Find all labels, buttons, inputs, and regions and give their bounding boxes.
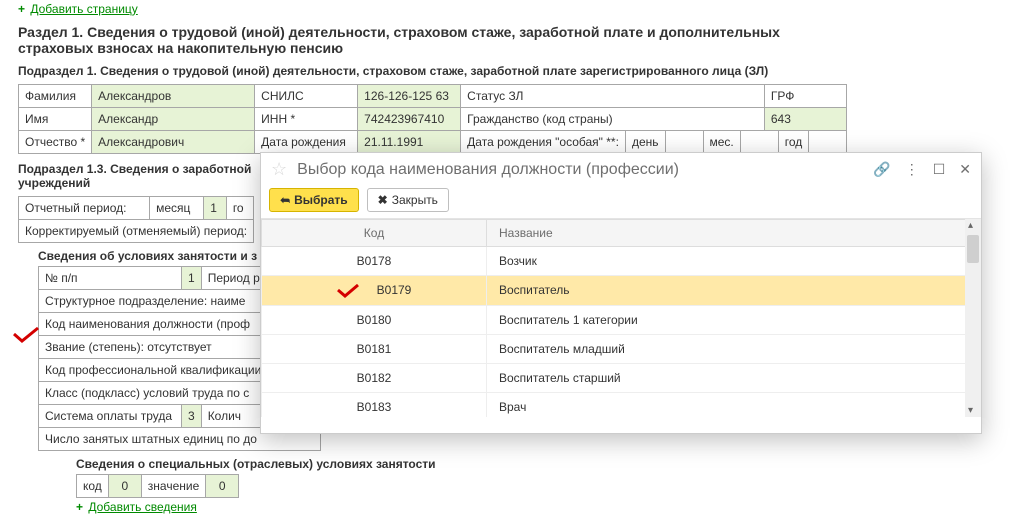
bdate-label: Дата рождения xyxy=(255,131,358,154)
sub1-title: Подраздел 1. Сведения о трудовой (иной) … xyxy=(18,64,999,78)
corr-period-label: Корректируемый (отменяемый) период: xyxy=(19,220,254,243)
link-icon[interactable]: 🔗 xyxy=(873,161,890,178)
row-code: В0178 xyxy=(262,247,487,276)
close-icon[interactable]: ✕ xyxy=(959,161,971,178)
plus-icon-2: + xyxy=(76,500,83,514)
name-label: Имя xyxy=(19,108,92,131)
sub13-title-l1: Подраздел 1.3. Сведения о заработной xyxy=(18,162,251,176)
spec-zn-value[interactable]: 0 xyxy=(206,475,239,498)
spec-table: код 0 значение 0 xyxy=(76,474,239,498)
row-code: В0182 xyxy=(262,363,487,392)
inn-label: ИНН * xyxy=(255,108,358,131)
row-name: Воспитатель старший xyxy=(487,363,981,392)
npp-label: № п/п xyxy=(39,267,182,290)
select-button-label: Выбрать xyxy=(294,193,348,207)
red-check-icon xyxy=(12,326,40,344)
red-check-icon xyxy=(337,283,377,297)
spec-zn-label: значение xyxy=(141,475,205,498)
god-label: го xyxy=(226,197,253,220)
row-name: Воспитатель младший xyxy=(487,334,981,363)
row-code: В0180 xyxy=(262,305,487,334)
otch-period-label: Отчетный период: xyxy=(19,197,150,220)
day-label: день xyxy=(625,131,665,153)
row-name: Врач xyxy=(487,392,981,417)
status-label: Статус ЗЛ xyxy=(461,85,765,108)
table-row[interactable]: В0179Воспитатель xyxy=(262,276,981,306)
plus-icon: + xyxy=(18,2,25,16)
arrow-icon: ➦ xyxy=(280,193,290,207)
row-name: Воспитатель 1 категории xyxy=(487,305,981,334)
close-button[interactable]: ✖ Закрыть xyxy=(367,188,449,212)
grazh-label: Гражданство (код страны) xyxy=(461,108,765,131)
year-label: год xyxy=(778,131,809,153)
name-value[interactable]: Александр xyxy=(92,108,255,131)
table-row[interactable]: В0181Воспитатель младший xyxy=(262,334,981,363)
grazh-value[interactable]: 643 xyxy=(764,108,846,131)
fam-label: Фамилия xyxy=(19,85,92,108)
month-value[interactable]: 1 xyxy=(204,197,227,220)
spec-title: Сведения о специальных (отраслевых) усло… xyxy=(76,457,999,471)
table-row[interactable]: В0182Воспитатель старший xyxy=(262,363,981,392)
snils-label: СНИЛС xyxy=(255,85,358,108)
sys-value[interactable]: 3 xyxy=(182,405,202,428)
snils-value[interactable]: 126-126-125 63 xyxy=(358,85,461,108)
bdate-value[interactable]: 21.11.1991 xyxy=(358,131,461,154)
bdate2-label: Дата рождения "особая" **: xyxy=(461,131,625,153)
col-code[interactable]: Код xyxy=(262,220,487,247)
col-name[interactable]: Название xyxy=(487,220,981,247)
report-period-table: Отчетный период: месяц 1 го Корректируем… xyxy=(18,196,254,243)
row-code: В0183 xyxy=(262,392,487,417)
select-button[interactable]: ➦ Выбрать xyxy=(269,188,359,212)
grid-table: Код Название В0178ВозчикВ0179Воспитатель… xyxy=(261,219,981,417)
table-row[interactable]: В0183Врач xyxy=(262,392,981,417)
modal-dialog: ☆ Выбор кода наименования должности (про… xyxy=(260,152,982,434)
sys-label: Система оплаты труда xyxy=(39,405,182,428)
day-value[interactable] xyxy=(665,131,703,153)
otch-value[interactable]: Александрович xyxy=(92,131,255,154)
maximize-icon[interactable]: ☐ xyxy=(933,161,946,178)
section-title: Раздел 1. Сведения о трудовой (иной) дея… xyxy=(18,24,838,56)
sub13-title-l2: учреждений xyxy=(18,176,90,190)
close-button-label: Закрыть xyxy=(392,193,438,207)
table-row[interactable]: В0180Воспитатель 1 категории xyxy=(262,305,981,334)
row-code: В0181 xyxy=(262,334,487,363)
row-name: Возчик xyxy=(487,247,981,276)
mon-value[interactable] xyxy=(740,131,778,153)
row-name: Воспитатель xyxy=(487,276,981,306)
table-row[interactable]: В0178Возчик xyxy=(262,247,981,276)
scrollbar[interactable] xyxy=(965,219,981,417)
otch-label: Отчество * xyxy=(19,131,92,154)
scrollbar-thumb[interactable] xyxy=(967,235,979,263)
add-sved-link[interactable]: Добавить сведения xyxy=(88,500,197,514)
modal-title: Выбор кода наименования должности (профе… xyxy=(297,161,867,179)
mon-label: мес. xyxy=(703,131,740,153)
spec-kod-value[interactable]: 0 xyxy=(108,475,141,498)
row-code: В0179 xyxy=(262,276,487,306)
x-icon: ✖ xyxy=(378,193,388,207)
person-table: Фамилия Александров СНИЛС 126-126-125 63… xyxy=(18,84,847,154)
inn-value[interactable]: 742423967410 xyxy=(358,108,461,131)
add-page-link[interactable]: Добавить страницу xyxy=(30,2,137,16)
more-icon[interactable]: ⋮ xyxy=(905,161,919,178)
year-value[interactable] xyxy=(809,131,847,153)
month-label: месяц xyxy=(150,197,204,220)
npp-value[interactable]: 1 xyxy=(182,267,202,290)
fam-value[interactable]: Александров xyxy=(92,85,255,108)
spec-kod-label: код xyxy=(77,475,109,498)
star-icon[interactable]: ☆ xyxy=(271,159,287,180)
grf-label: ГРФ xyxy=(764,85,846,108)
